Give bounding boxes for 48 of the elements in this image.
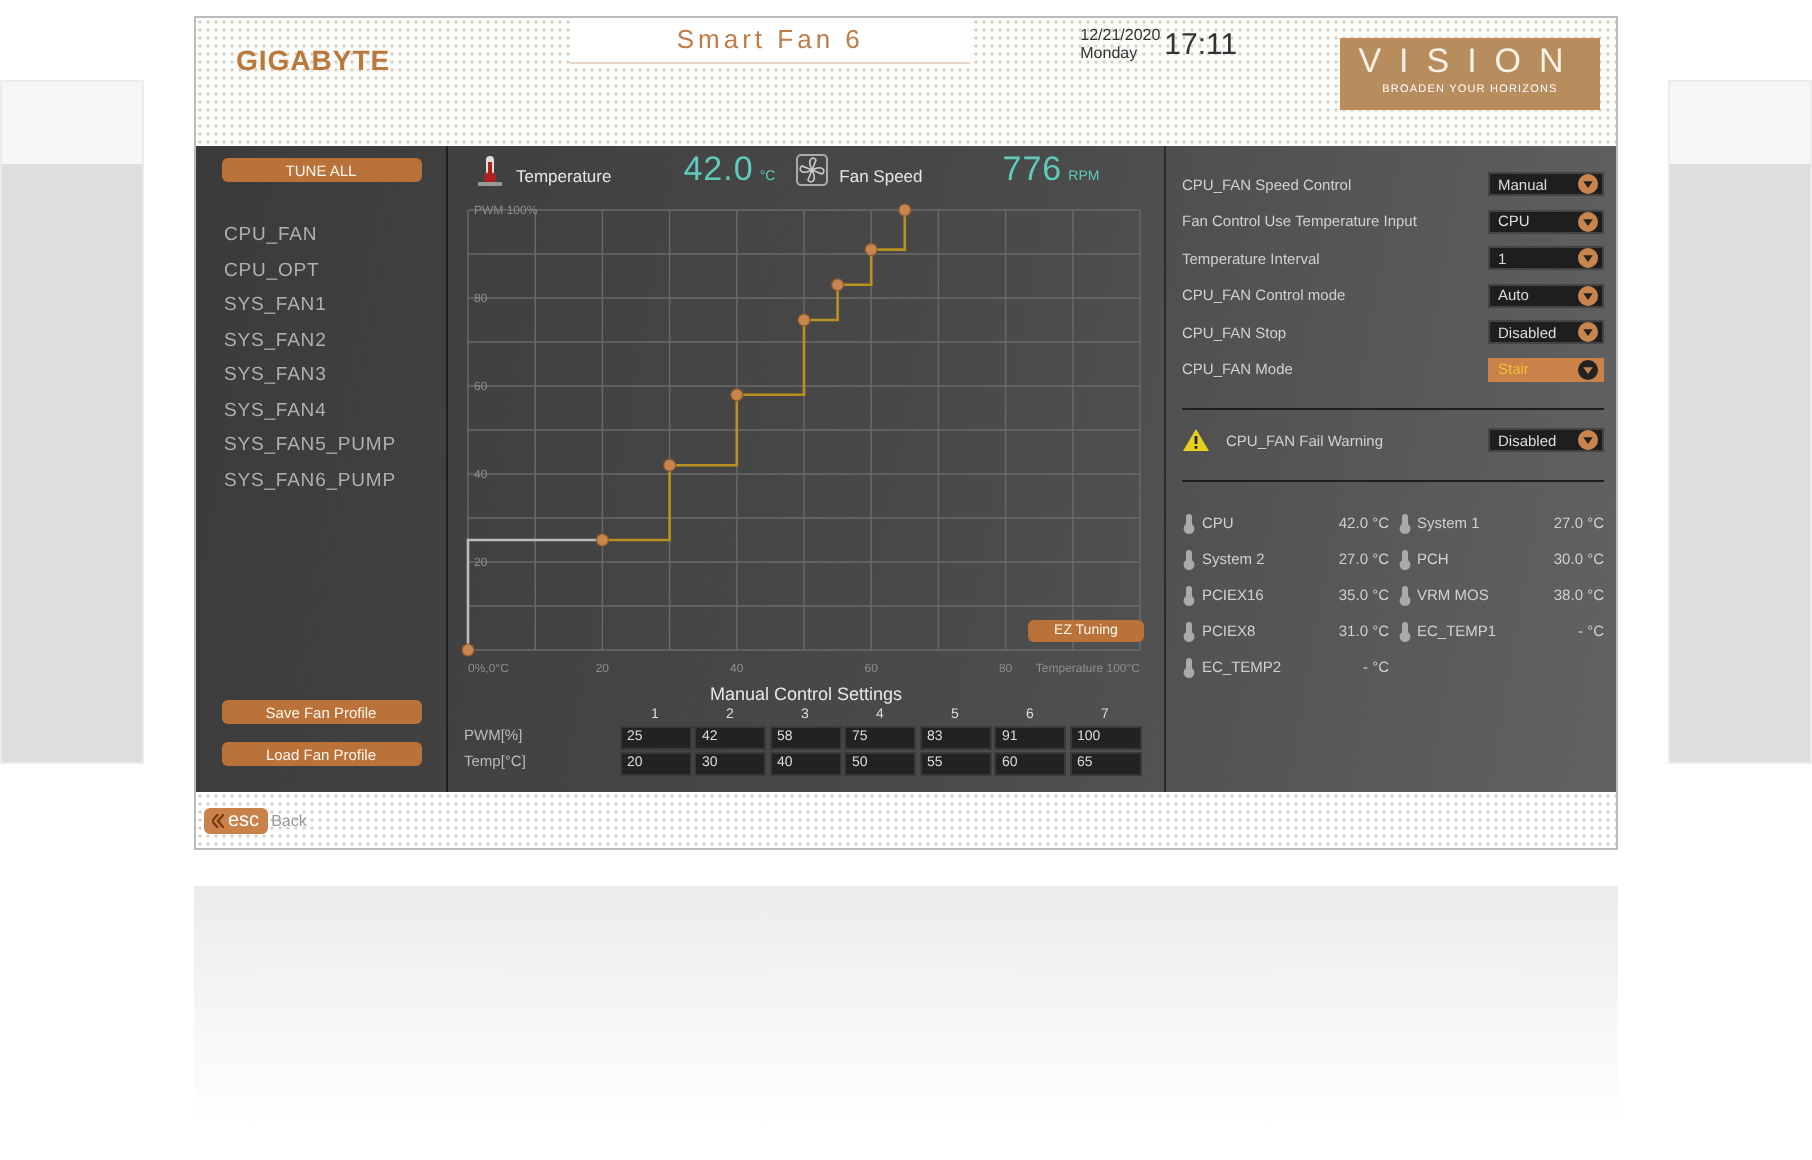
curve-point[interactable] <box>831 278 845 292</box>
thermometer-icon <box>1182 621 1196 641</box>
curve-point[interactable] <box>898 203 912 217</box>
caret-icon <box>1578 248 1598 269</box>
fan-list-item[interactable]: SYS_FAN4 <box>224 399 446 424</box>
time-text: 17:11 <box>1164 27 1238 61</box>
back-label: Back <box>271 811 307 829</box>
caret-icon <box>1578 322 1598 343</box>
thermometer-icon <box>1182 657 1196 677</box>
warning-icon <box>1182 428 1210 453</box>
double-chevron-icon <box>212 813 224 827</box>
thermometer-icon <box>1182 513 1196 533</box>
curve-point[interactable] <box>461 643 475 657</box>
fan-speed-label: Fan Speed <box>839 165 923 185</box>
curve-point[interactable] <box>730 388 744 402</box>
thermometer-icon <box>1397 621 1411 641</box>
fan-list-item[interactable]: CPU_OPT <box>224 259 446 284</box>
caret-icon <box>1578 285 1598 306</box>
curve-point[interactable] <box>864 243 878 257</box>
thermometer-icon <box>1182 585 1196 605</box>
caret-icon <box>1578 430 1598 451</box>
logo-word: VISION <box>1358 40 1582 84</box>
fan-list-item[interactable]: SYS_FAN3 <box>224 364 446 389</box>
fan-list-item[interactable]: SYS_FAN5_PUMP <box>224 434 446 459</box>
section-title: Manual Control Settings <box>709 684 903 706</box>
curve-point[interactable] <box>797 313 811 327</box>
page-title: Smart Fan 6 <box>676 24 864 58</box>
fan-list-item[interactable]: SYS_FAN6_PUMP <box>224 469 446 494</box>
thermometer-icon <box>1397 549 1411 569</box>
caret-icon <box>1578 359 1598 380</box>
fan-list-item[interactable]: SYS_FAN1 <box>224 294 446 319</box>
fan-icon <box>795 154 828 186</box>
thermometer-icon <box>1397 513 1411 533</box>
temperature-reading: 42.0 <box>683 150 754 190</box>
date-text: 12/21/2020 <box>1080 26 1161 44</box>
fan-list-item[interactable]: SYS_FAN2 <box>224 329 446 354</box>
caret-icon <box>1578 174 1598 195</box>
thermometer-icon <box>1182 549 1196 569</box>
thermometer-icon <box>476 154 504 186</box>
temperature-label: Temperature <box>516 165 612 185</box>
caret-icon <box>1578 211 1598 232</box>
brand-logo: GIGABYTE <box>236 44 391 76</box>
thermometer-icon <box>1397 585 1411 605</box>
weekday-text: Monday <box>1080 44 1140 62</box>
fan-speed-reading: 776 <box>1002 150 1063 190</box>
curve-point[interactable] <box>663 458 677 472</box>
fan-list-item[interactable]: CPU_FAN <box>224 224 446 249</box>
curve-point[interactable] <box>595 533 609 547</box>
